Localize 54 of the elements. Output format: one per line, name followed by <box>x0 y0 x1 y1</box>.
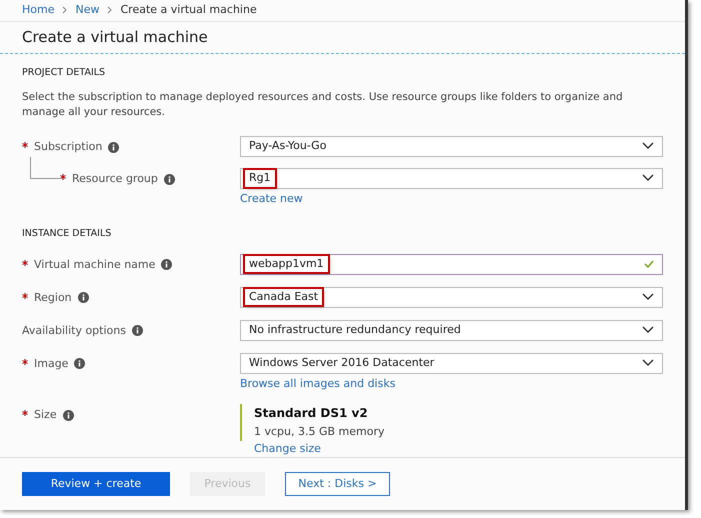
link[interactable]: Change size <box>254 440 321 457</box>
breadcrumb-item[interactable]: Home <box>22 2 54 19</box>
info-icon[interactable] <box>132 325 143 336</box>
required-asterisk-icon <box>22 142 28 148</box>
info-icon[interactable] <box>161 259 172 270</box>
link[interactable]: Create new <box>240 190 303 208</box>
required-asterisk-icon <box>22 358 28 365</box>
required-asterisk-icon <box>22 260 28 266</box>
dropdown[interactable]: Windows Server 2016 Datacenter <box>240 352 663 374</box>
link[interactable]: Browse all images and disks <box>240 376 396 392</box>
tree-connector <box>30 156 60 179</box>
field-label: Image <box>34 356 68 372</box>
footer-button[interactable]: Next : Disks > <box>285 472 390 496</box>
breadcrumb-item: Create a virtual machine <box>120 2 257 18</box>
info-icon[interactable] <box>164 174 175 184</box>
chevron-down-icon <box>642 142 654 150</box>
dropdown-value: Rg1 <box>245 170 275 186</box>
required-asterisk-icon <box>22 292 28 299</box>
footer-button[interactable]: Review + create <box>22 472 170 496</box>
dropdown[interactable]: Pay-As-You-Go <box>240 136 663 157</box>
required-asterisk-icon <box>22 410 28 416</box>
section-heading: PROJECT DETAILS <box>22 66 106 80</box>
chevron-down-icon <box>642 359 654 367</box>
required-asterisk-icon <box>60 174 66 180</box>
size-name: Standard DS1 v2 <box>254 405 369 422</box>
field-label: Subscription <box>34 138 102 155</box>
field-label: Size <box>34 407 57 423</box>
field-label: Virtual machine name <box>34 256 156 272</box>
input-field[interactable]: webapp1vm1 <box>240 254 663 274</box>
section-description: Select the subscription to manage deployed resources and costs. Use resource groups like folders to organize and manage all your resources. <box>22 90 624 120</box>
chevron-down-icon <box>642 326 654 334</box>
field-label: Resource group <box>72 170 158 187</box>
dropdown-value: Canada East <box>245 288 322 306</box>
info-icon[interactable] <box>62 410 74 421</box>
dropdown[interactable]: No infrastructure redundancy required <box>240 320 663 340</box>
breadcrumb-item[interactable]: New <box>75 2 100 19</box>
chevron-down-icon <box>642 174 654 182</box>
info-icon[interactable] <box>74 358 86 370</box>
page-title: Create a virtual machine <box>22 26 208 48</box>
dropdown[interactable]: Rg1 <box>240 168 663 189</box>
section-heading: INSTANCE DETAILS <box>22 227 112 242</box>
input-value: webapp1vm1 <box>245 256 328 272</box>
dropdown[interactable]: Canada East <box>240 286 663 308</box>
chevron-right-icon <box>62 6 68 14</box>
size-detail: 1 vcpu, 3.5 GB memory <box>254 424 386 440</box>
info-icon[interactable] <box>108 142 120 152</box>
info-icon[interactable] <box>78 292 89 304</box>
dropdown-value: No infrastructure redundancy required <box>249 322 461 338</box>
field-label: Availability options <box>22 322 126 338</box>
field-label: Region <box>34 290 72 306</box>
dropdown-value: Windows Server 2016 Datacenter <box>249 354 434 371</box>
chevron-right-icon <box>107 6 112 14</box>
chevron-down-icon <box>642 293 654 301</box>
dropdown-value: Pay-As-You-Go <box>249 138 326 154</box>
